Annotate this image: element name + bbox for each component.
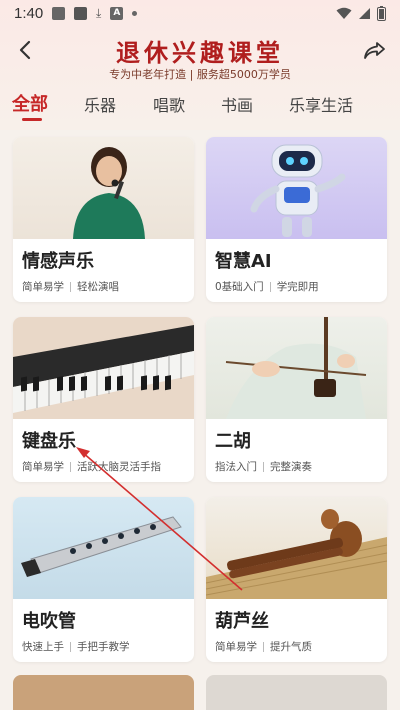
- a-notification-icon: A: [110, 7, 124, 20]
- keyboard-image: [13, 317, 194, 419]
- tab-painting-calligraphy[interactable]: 书画: [221, 92, 253, 116]
- course-card-vocal[interactable]: 情感声乐 简单易学 轻松演唱: [13, 137, 194, 302]
- course-tag: 简单易学: [22, 281, 64, 293]
- course-name: 键盘乐: [22, 431, 76, 452]
- page-subtitle: 专为中老年打造 | 服务超5000万学员: [109, 68, 291, 81]
- erhu-image: [206, 317, 387, 419]
- course-name: 二胡: [215, 431, 251, 452]
- electric-wind-image: [13, 497, 194, 599]
- category-tabs: 全部 乐器 唱歌 书画 乐享生活: [0, 90, 400, 121]
- course-tag: 轻松演唱: [77, 281, 119, 293]
- download-icon: ⤓: [96, 6, 102, 20]
- course-tag: 提升气质: [270, 641, 312, 653]
- tag-divider: [269, 281, 271, 292]
- status-bar: 1:40 ⤓ A: [0, 0, 400, 28]
- course-card-partial[interactable]: [13, 675, 194, 710]
- course-name: 葫芦丝: [215, 611, 269, 632]
- active-tab-indicator: [22, 118, 42, 121]
- page-title: 退休兴趣课堂: [116, 38, 284, 67]
- course-tag: 简单易学: [22, 461, 64, 473]
- tab-enjoy-life[interactable]: 乐享生活: [289, 92, 353, 116]
- status-time: 1:40: [14, 5, 44, 22]
- tag-divider: [70, 281, 71, 292]
- course-tag: 0基础入门: [215, 281, 264, 293]
- course-card-partial[interactable]: [206, 675, 387, 710]
- ai-robot-image: [206, 137, 387, 239]
- course-tag: 指法入门: [215, 461, 257, 473]
- signal-icon: [359, 8, 370, 19]
- status-notification-icons: ⤓ A: [52, 6, 138, 20]
- course-tags: 简单易学 轻松演唱: [22, 279, 119, 294]
- tag-divider: [70, 641, 71, 652]
- status-system-icons: [336, 6, 386, 21]
- wifi-icon: [336, 7, 352, 19]
- square-notification-icon: [74, 7, 87, 20]
- tab-instruments[interactable]: 乐器: [84, 92, 116, 116]
- tab-all[interactable]: 全部: [12, 90, 48, 116]
- tag-divider: [263, 461, 264, 472]
- course-card-erhu[interactable]: 二胡 指法入门 完整演奏: [206, 317, 387, 482]
- course-tag: 学完即用: [276, 281, 319, 293]
- course-tags: 快速上手 手把手教学: [22, 639, 130, 654]
- course-card-ai[interactable]: 智慧AI 0基础入门 学完即用: [206, 137, 387, 302]
- course-tags: 指法入门 完整演奏: [215, 459, 312, 474]
- course-name: 情感声乐: [22, 251, 94, 272]
- tag-divider: [70, 461, 71, 472]
- course-tag: 快速上手: [22, 641, 64, 653]
- course-tags: 简单易学 活跃大脑灵活手指: [22, 459, 161, 474]
- course-tags: 简单易学 提升气质: [215, 639, 312, 654]
- tab-singing[interactable]: 唱歌: [153, 92, 185, 116]
- course-card-keyboard[interactable]: 键盘乐 简单易学 活跃大脑灵活手指: [13, 317, 194, 482]
- share-icon[interactable]: [362, 38, 388, 62]
- course-tag: 简单易学: [215, 641, 257, 653]
- tag-divider: [263, 641, 264, 652]
- course-name: 电吹管: [22, 611, 76, 632]
- hulusi-image: [206, 497, 387, 599]
- more-notifications-dot-icon: [132, 11, 138, 16]
- course-card-electric-wind[interactable]: 电吹管 快速上手 手把手教学: [13, 497, 194, 662]
- course-tag: 手把手教学: [77, 641, 130, 653]
- photo-notification-icon: [52, 7, 65, 20]
- course-card-hulusi[interactable]: 葫芦丝 简单易学 提升气质: [206, 497, 387, 662]
- battery-icon: [377, 6, 386, 21]
- course-tag: 完整演奏: [270, 461, 312, 473]
- course-name: 智慧AI: [215, 251, 272, 272]
- vocal-singer-image: [13, 137, 194, 239]
- course-tags: 0基础入门 学完即用: [215, 279, 319, 294]
- course-tag: 活跃大脑灵活手指: [77, 461, 161, 473]
